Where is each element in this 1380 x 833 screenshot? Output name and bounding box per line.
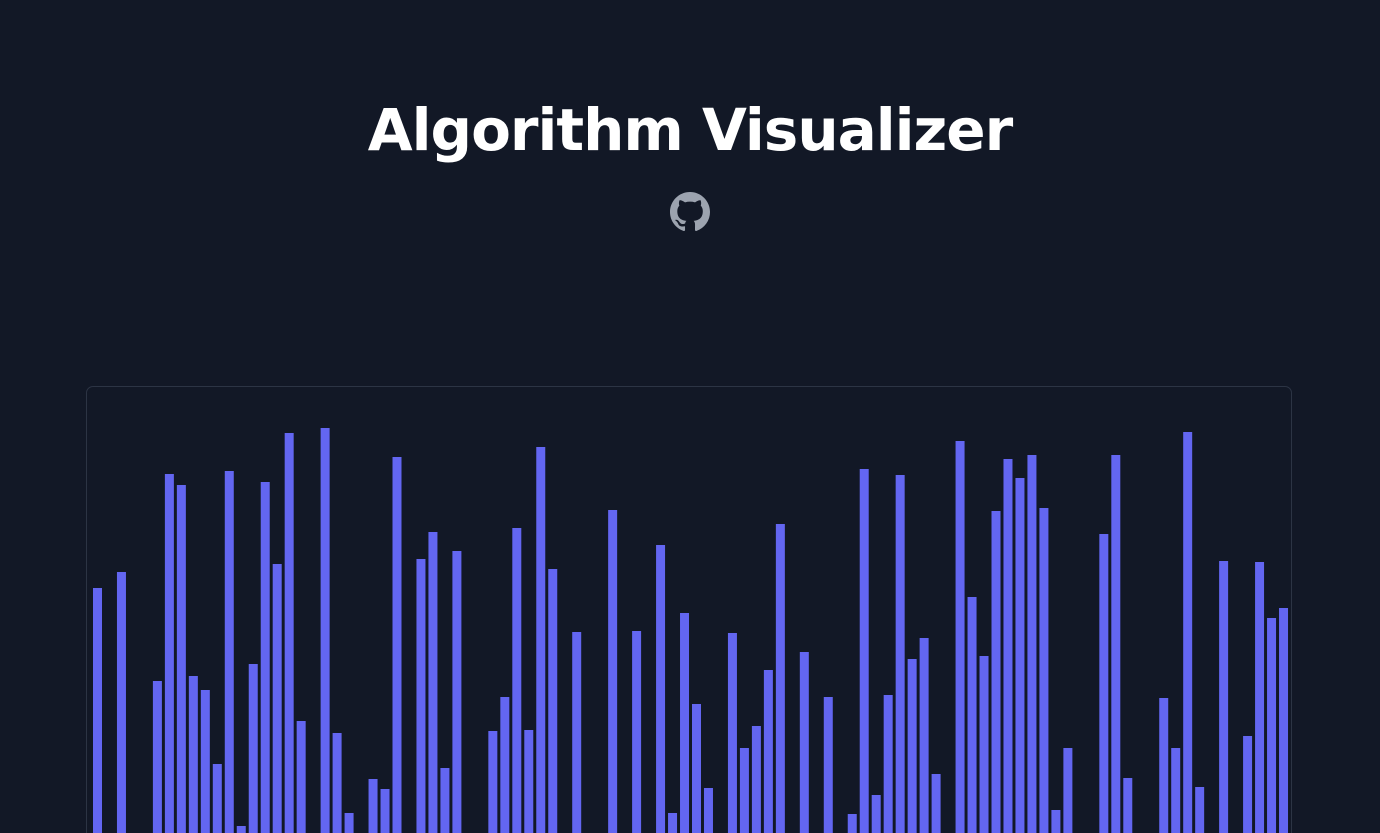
bar-43: [608, 510, 618, 833]
bar-2: [116, 572, 126, 833]
bar-21: [344, 813, 354, 833]
bar-89: [1159, 698, 1169, 833]
bar-67: [895, 475, 905, 833]
bar-57: [775, 524, 785, 833]
bar-38: [548, 569, 558, 833]
bar-85: [1111, 455, 1121, 833]
bar-5: [152, 681, 162, 833]
bar-80: [1051, 810, 1061, 833]
bar-56: [763, 670, 773, 833]
bar-79: [1039, 508, 1049, 833]
bar-50: [692, 704, 701, 833]
bar-36: [524, 730, 534, 833]
bar-75: [991, 511, 1001, 833]
bar-99: [1279, 608, 1289, 833]
bar-91: [1183, 432, 1193, 833]
bar-96: [1243, 736, 1253, 833]
bar-17: [296, 721, 306, 833]
bar-35: [512, 528, 522, 833]
bar-64: [859, 469, 869, 833]
bar-94: [1219, 561, 1229, 833]
bar-19: [320, 428, 330, 833]
bar-55: [751, 726, 761, 833]
bar-24: [380, 789, 390, 833]
page-title: Algorithm Visualizer: [367, 96, 1013, 164]
bar-69: [919, 638, 929, 833]
bars-chart: [93, 428, 1292, 833]
bar-92: [1195, 787, 1205, 833]
bar-68: [907, 659, 917, 833]
bar-30: [452, 551, 462, 833]
bar-11: [224, 471, 234, 833]
bar-12: [236, 826, 246, 833]
bar-8: [188, 676, 198, 833]
github-icon-svg: [670, 192, 710, 232]
bar-49: [680, 613, 690, 833]
bar-10: [212, 764, 222, 833]
bar-70: [931, 774, 941, 833]
bar-25: [392, 457, 402, 833]
bar-86: [1123, 778, 1133, 833]
github-link[interactable]: [670, 192, 710, 232]
bar-33: [488, 731, 498, 833]
bar-20: [332, 733, 342, 833]
visualizer-panel: [86, 386, 1292, 833]
bar-90: [1171, 748, 1181, 833]
bar-63: [847, 814, 857, 833]
bar-65: [871, 795, 881, 833]
app-root: Algorithm Visualizer: [0, 0, 1380, 833]
bar-81: [1063, 748, 1073, 833]
bar-53: [727, 633, 737, 833]
bar-6: [164, 474, 174, 833]
bar-100: [1291, 766, 1292, 833]
bar-61: [823, 697, 833, 833]
bar-76: [1003, 459, 1013, 833]
bar-16: [284, 433, 294, 833]
bar-29: [440, 768, 450, 833]
bar-66: [883, 695, 893, 833]
bar-9: [200, 690, 210, 833]
bar-74: [979, 656, 989, 833]
bar-78: [1027, 455, 1037, 833]
github-icon: [670, 192, 710, 232]
bar-77: [1015, 478, 1025, 833]
bar-84: [1099, 534, 1109, 833]
bar-23: [368, 779, 378, 833]
bar-28: [428, 532, 438, 833]
bar-40: [572, 632, 582, 833]
bar-0: [93, 588, 102, 833]
bar-59: [799, 652, 809, 833]
bar-13: [248, 664, 258, 833]
bar-72: [955, 441, 965, 833]
bar-34: [500, 697, 510, 833]
bar-7: [176, 485, 186, 833]
bar-48: [668, 813, 678, 833]
bar-15: [272, 564, 282, 833]
bar-27: [416, 559, 426, 833]
bar-37: [536, 447, 546, 833]
bar-45: [632, 631, 642, 833]
bar-51: [703, 788, 713, 833]
bar-14: [260, 482, 270, 833]
bar-54: [739, 748, 749, 833]
bar-47: [656, 545, 666, 833]
bar-97: [1255, 562, 1265, 833]
bar-73: [967, 597, 977, 833]
bar-98: [1267, 618, 1277, 833]
